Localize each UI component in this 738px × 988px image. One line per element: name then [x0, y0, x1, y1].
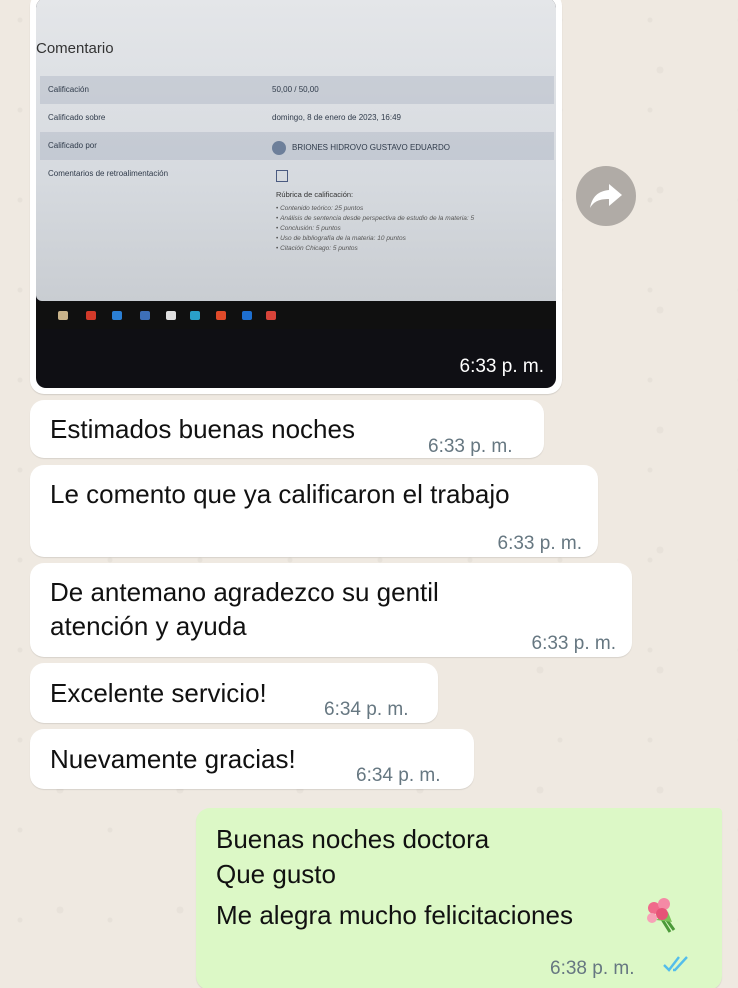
message-line: Me alegra mucho felicitaciones	[216, 900, 573, 930]
rubric-item: Uso de bibliografía de la materia: 10 pu…	[276, 234, 474, 244]
comment-header: Comentario	[36, 40, 114, 57]
outgoing-message-bubble[interactable]: Buenas noches doctora Que gusto Me alegr…	[196, 808, 722, 988]
grade-table: Calificación 50,00 / 50,00 Calificado so…	[40, 76, 554, 280]
photo[interactable]: Comentario Calificación 50,00 / 50,00 Ca…	[36, 0, 556, 388]
message-bubble[interactable]: De antemano agradezco su gentil atención…	[30, 563, 632, 657]
message-line: atención y ayuda	[50, 611, 247, 641]
message-time: 6:38 p. m.	[550, 958, 635, 979]
row-label: Calificado sobre	[48, 113, 106, 122]
message-text: Excelente servicio!	[50, 678, 267, 708]
taskbar-icon	[58, 311, 68, 320]
feedback-row: Comentarios de retroalimentación Rúbrica…	[40, 160, 554, 280]
graded-on-row: Calificado sobre domingo, 8 de enero de …	[40, 104, 554, 132]
rubric-item: Análisis de sentencia desde perspectiva …	[276, 214, 474, 224]
image-message[interactable]: Comentario Calificación 50,00 / 50,00 Ca…	[30, 0, 562, 394]
image-timestamp: 6:33 p. m.	[459, 356, 545, 377]
message-time: 6:33 p. m.	[497, 533, 583, 554]
message-time: 6:34 p. m.	[356, 765, 441, 786]
message-text: Nuevamente gracias!	[50, 744, 296, 774]
photo-taskbar	[36, 301, 556, 329]
message-text: De antemano agradezco su gentil atención…	[50, 575, 530, 643]
grade-row: Calificación 50,00 / 50,00	[40, 76, 554, 104]
message-line: De antemano agradezco su gentil	[50, 577, 439, 607]
message-text: Le comento que ya calificaron el trabajo	[50, 479, 510, 509]
rubric-icon	[276, 170, 288, 182]
photo-screen-content: Comentario Calificación 50,00 / 50,00 Ca…	[36, 0, 556, 301]
row-label: Calificado por	[48, 141, 97, 150]
taskbar-icon	[166, 311, 176, 320]
rubric-title: Rúbrica de calificación:	[276, 190, 354, 199]
message-time: 6:34 p. m.	[324, 699, 409, 720]
row-value: domingo, 8 de enero de 2023, 16:49	[272, 113, 401, 122]
rubric-list: Contenido teórico: 25 puntos Análisis de…	[276, 204, 474, 254]
row-value: 50,00 / 50,00	[272, 85, 319, 94]
message-bubble[interactable]: Le comento que ya calificaron el trabajo…	[30, 465, 598, 557]
row-label: Calificación	[48, 85, 89, 94]
message-time: 6:33 p. m.	[428, 436, 513, 457]
forward-arrow-icon	[590, 184, 622, 208]
taskbar-icon	[242, 311, 252, 320]
forward-button[interactable]	[576, 166, 636, 226]
rubric-item: Citación Chicago: 5 puntos	[276, 244, 474, 254]
feedback-label: Comentarios de retroalimentación	[48, 169, 169, 178]
message-bubble[interactable]: Nuevamente gracias! 6:34 p. m.	[30, 729, 474, 789]
taskbar-icon	[86, 311, 96, 320]
message-line: Que gusto	[216, 859, 336, 889]
message-line: Buenas noches doctora	[216, 824, 490, 854]
message-bubble[interactable]: Excelente servicio! 6:34 p. m.	[30, 663, 438, 723]
avatar	[272, 141, 286, 155]
double-check-read-icon	[663, 956, 688, 972]
message-time: 6:33 p. m.	[531, 633, 617, 654]
rubric-item: Conclusión: 5 puntos	[276, 224, 474, 234]
taskbar-icon	[190, 311, 200, 320]
taskbar-icon	[112, 311, 122, 320]
bouquet-emoji-icon	[647, 898, 676, 933]
rubric-item: Contenido teórico: 25 puntos	[276, 204, 474, 214]
message-bubble[interactable]: Estimados buenas noches 6:33 p. m.	[30, 400, 544, 458]
taskbar-icon	[216, 311, 226, 320]
taskbar-icon	[266, 311, 276, 320]
taskbar-icon	[140, 311, 150, 320]
message-text: Estimados buenas noches	[50, 414, 355, 444]
row-value-wrap: BRIONES HIDROVO GUSTAVO EDUARDO	[272, 141, 450, 155]
grader-name: BRIONES HIDROVO GUSTAVO EDUARDO	[292, 143, 450, 153]
graded-by-row: Calificado por BRIONES HIDROVO GUSTAVO E…	[40, 132, 554, 160]
